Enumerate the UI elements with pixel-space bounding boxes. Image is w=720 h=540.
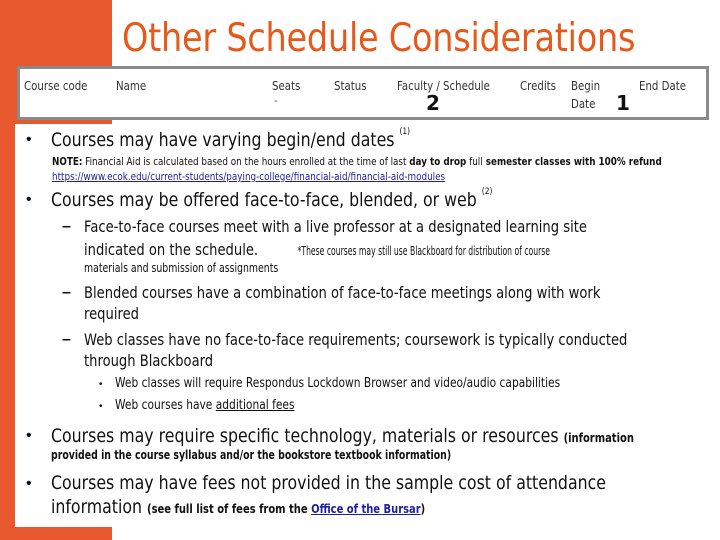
subbullet-face-to-face-cont: indicated on the schedule. *These course… bbox=[84, 240, 586, 259]
bullet-icon: • bbox=[26, 131, 32, 148]
bullet-text: Courses may have varying begin/end dates bbox=[51, 129, 395, 151]
bullet-icon: • bbox=[26, 191, 32, 208]
note-label: NOTE: bbox=[52, 155, 83, 168]
financial-aid-modules-link[interactable]: https://www.ecok.edu/current-students/pa… bbox=[52, 170, 445, 183]
note-text: full bbox=[466, 155, 483, 168]
office-of-the-bursar-link[interactable]: Office of the Bursar bbox=[311, 502, 421, 516]
subbullet-blended: Blended courses have a combination of fa… bbox=[84, 283, 601, 302]
footnote-ref: (1) bbox=[399, 127, 411, 137]
bullet-text: information bbox=[51, 496, 143, 518]
bullet-icon: • bbox=[99, 379, 103, 390]
dash-icon: – bbox=[62, 284, 71, 301]
bullet-course-formats: Courses may be offered face-to-face, ble… bbox=[51, 187, 493, 211]
bullet-icon: • bbox=[26, 427, 32, 444]
bullet-fees-cont: information (see full list of fees from … bbox=[51, 496, 425, 518]
bullet-small-text: ) bbox=[420, 502, 426, 516]
dash-icon: – bbox=[62, 218, 71, 235]
additional-fees-link[interactable]: additional fees bbox=[216, 398, 295, 413]
bullet-text: Courses may be offered face-to-face, ble… bbox=[51, 189, 477, 211]
subsubbullet-respondus: Web classes will require Respondus Lockd… bbox=[115, 376, 561, 391]
note-text: Financial Aid is calculated based on the… bbox=[82, 155, 410, 168]
subbullet-web-cont: through Blackboard bbox=[84, 351, 214, 370]
footnote-ref: (2) bbox=[481, 187, 493, 197]
note-bold: semester classes with 100% refund bbox=[482, 155, 662, 168]
bullet-varying-dates: Courses may have varying begin/end dates… bbox=[51, 127, 411, 151]
subbullet-text: indicated on the schedule. bbox=[84, 240, 259, 259]
bullet-text: Courses may require specific technology,… bbox=[51, 425, 559, 447]
bullet-small-text: (see full list of fees from the bbox=[147, 502, 312, 516]
financial-aid-note: NOTE: Financial Aid is calculated based … bbox=[52, 155, 662, 168]
dash-icon: – bbox=[62, 331, 71, 348]
bullet-technology-cont: provided in the course syllabus and/or t… bbox=[51, 448, 452, 462]
bullet-icon: • bbox=[26, 475, 32, 492]
bullet-small-text: (information bbox=[563, 431, 634, 445]
subbullet-text: Web courses have bbox=[115, 398, 216, 413]
subsubbullet-web-fees: Web courses have additional fees bbox=[115, 398, 295, 413]
note-bold: day to drop bbox=[409, 155, 467, 168]
bullet-fees: Courses may have fees not provided in th… bbox=[51, 472, 606, 494]
subbullet-blended-cont: required bbox=[84, 304, 139, 323]
subbullet-web: Web classes have no face-to-face require… bbox=[84, 330, 628, 349]
bullet-icon: • bbox=[99, 401, 103, 412]
blackboard-note-cont: materials and submission of assignments bbox=[84, 261, 279, 275]
bullet-list: • Courses may have varying begin/end dat… bbox=[0, 0, 720, 540]
bullet-technology: Courses may require specific technology,… bbox=[51, 425, 634, 447]
subbullet-face-to-face: Face-to-face courses meet with a live pr… bbox=[84, 217, 587, 236]
blackboard-note: *These courses may still use Blackboard … bbox=[297, 244, 551, 258]
